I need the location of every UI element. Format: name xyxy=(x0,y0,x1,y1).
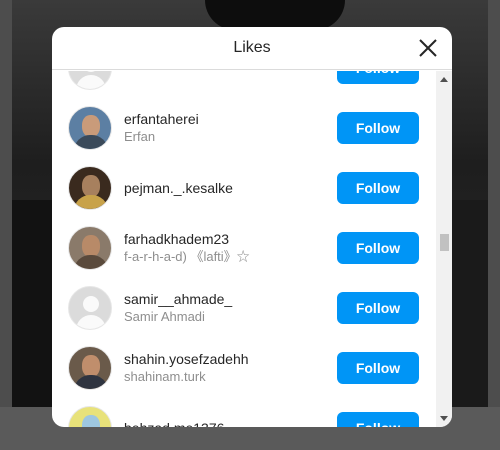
username[interactable]: farhadkhadem23 xyxy=(124,230,250,248)
follow-button[interactable]: Follow xyxy=(337,71,419,84)
avatar[interactable] xyxy=(68,346,112,390)
avatar[interactable] xyxy=(68,71,112,90)
avatar[interactable] xyxy=(68,226,112,270)
username[interactable]: pejman._.kesalke xyxy=(124,179,233,197)
follow-button[interactable]: Follow xyxy=(337,292,419,324)
fullname: f-a-r-h-a-d) 《lafti》☆ xyxy=(124,249,250,264)
fullname: Erfan xyxy=(124,129,156,144)
avatar[interactable] xyxy=(68,406,112,427)
list-item[interactable]: behzad.me1376 Follow xyxy=(52,398,436,427)
follow-button[interactable]: Follow xyxy=(337,172,419,204)
follow-button[interactable]: Follow xyxy=(337,112,419,144)
list-item[interactable]: Follow xyxy=(52,71,436,98)
list-item[interactable]: shahin.yosefzadehh shahinam.turk Follow xyxy=(52,338,436,398)
fullname: shahinam.turk xyxy=(124,369,206,384)
scrollbar-thumb[interactable] xyxy=(440,234,449,251)
scrollbar[interactable] xyxy=(436,71,452,427)
list-item[interactable]: erfantaherei Erfan Follow xyxy=(52,98,436,158)
follow-button[interactable]: Follow xyxy=(337,412,419,427)
follow-button[interactable]: Follow xyxy=(337,232,419,264)
likes-list[interactable]: Follow erfantaherei Erfan Follow xyxy=(52,71,436,427)
scroll-up-arrow-icon[interactable] xyxy=(440,77,448,82)
avatar[interactable] xyxy=(68,106,112,150)
username[interactable]: behzad.me1376 xyxy=(124,419,224,427)
scroll-down-arrow-icon[interactable] xyxy=(440,416,448,421)
background-silhouette xyxy=(205,0,345,30)
list-item[interactable]: samir__ahmade_ Samir Ahmadi Follow xyxy=(52,278,436,338)
close-icon[interactable] xyxy=(418,38,438,58)
avatar[interactable] xyxy=(68,166,112,210)
modal-header: Likes xyxy=(52,27,452,70)
fullname: Samir Ahmadi xyxy=(124,309,205,324)
list-item[interactable]: pejman._.kesalke Follow xyxy=(52,158,436,218)
username[interactable]: shahin.yosefzadehh xyxy=(124,350,249,368)
likes-modal: Likes Follow xyxy=(52,27,452,427)
list-item[interactable]: farhadkhadem23 f-a-r-h-a-d) 《lafti》☆ Fol… xyxy=(52,218,436,278)
avatar[interactable] xyxy=(68,286,112,330)
modal-title: Likes xyxy=(233,39,271,56)
follow-button[interactable]: Follow xyxy=(337,352,419,384)
username[interactable]: samir__ahmade_ xyxy=(124,290,232,308)
username[interactable]: erfantaherei xyxy=(124,110,199,128)
